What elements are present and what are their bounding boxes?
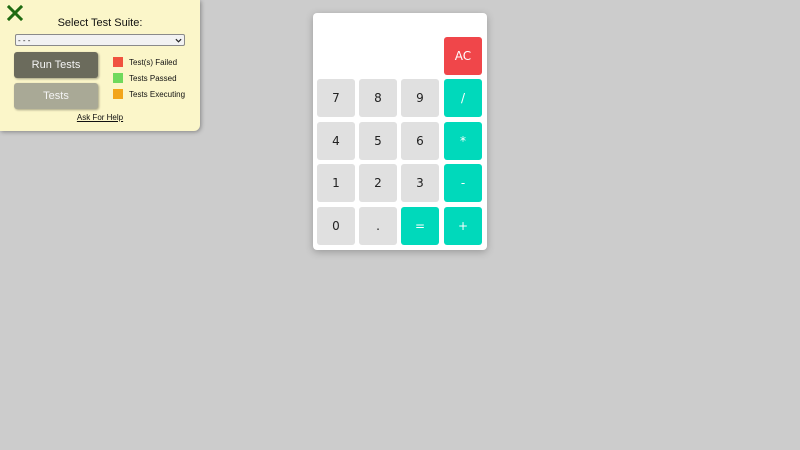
legend-label-failed: Test(s) Failed [129, 57, 178, 67]
divide-button[interactable]: / [444, 79, 482, 117]
subtract-button[interactable]: - [444, 164, 482, 202]
test-panel: Select Test Suite: - - - Run Tests Tests… [0, 0, 200, 131]
panel-title: Select Test Suite: [57, 17, 143, 29]
legend-label-passed: Tests Passed [129, 73, 177, 83]
calculator: AC 7 8 9 / 4 5 6 * 1 2 3 - 0 . = + [313, 13, 487, 250]
failed-swatch [113, 57, 123, 67]
legend-item-failed: Test(s) Failed [113, 57, 177, 67]
key-6[interactable]: 6 [401, 122, 439, 160]
calculator-display [317, 17, 443, 75]
key-9[interactable]: 9 [401, 79, 439, 117]
key-5[interactable]: 5 [359, 122, 397, 160]
key-1[interactable]: 1 [317, 164, 355, 202]
run-tests-button[interactable]: Run Tests [14, 52, 98, 78]
chevron-down-icon [175, 38, 182, 43]
ask-for-help-link[interactable]: Ask For Help [0, 113, 200, 122]
legend-item-executing: Tests Executing [113, 89, 185, 99]
tests-button[interactable]: Tests [14, 83, 98, 109]
test-suite-select[interactable]: - - - [15, 34, 185, 46]
key-2[interactable]: 2 [359, 164, 397, 202]
key-0[interactable]: 0 [317, 207, 355, 245]
test-suite-select-value: - - - [18, 35, 31, 45]
add-button[interactable]: + [444, 207, 482, 245]
legend-item-passed: Tests Passed [113, 73, 177, 83]
equals-button[interactable]: = [401, 207, 439, 245]
passed-swatch [113, 73, 123, 83]
executing-swatch [113, 89, 123, 99]
key-8[interactable]: 8 [359, 79, 397, 117]
key-7[interactable]: 7 [317, 79, 355, 117]
key-4[interactable]: 4 [317, 122, 355, 160]
multiply-button[interactable]: * [444, 122, 482, 160]
clear-button[interactable]: AC [444, 37, 482, 75]
key-3[interactable]: 3 [401, 164, 439, 202]
legend-label-executing: Tests Executing [129, 89, 186, 99]
decimal-button[interactable]: . [359, 207, 397, 245]
